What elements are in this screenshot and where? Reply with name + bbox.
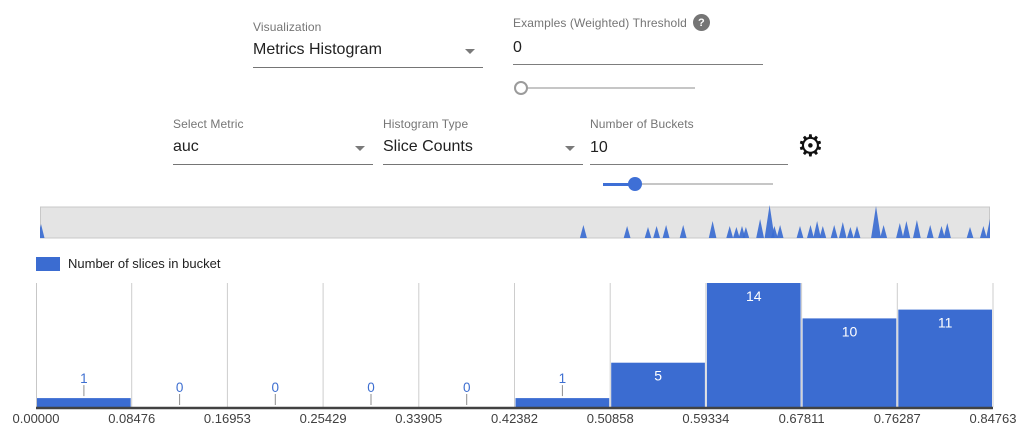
- num-buckets-input[interactable]: [590, 137, 788, 165]
- histogram-type-dropdown[interactable]: Histogram Type Slice Counts: [383, 117, 583, 165]
- threshold-slider-handle[interactable]: [514, 81, 528, 95]
- select-metric-dropdown[interactable]: Select Metric auc: [173, 117, 373, 165]
- svg-text:1: 1: [80, 371, 88, 386]
- x-axis: 0.000000.084760.169530.254290.339050.423…: [36, 411, 994, 429]
- select-metric-value: auc: [173, 138, 199, 155]
- num-buckets-field: Number of Buckets: [590, 117, 788, 165]
- metrics-histogram-panel: Visualization Metrics Histogram Examples…: [0, 0, 1024, 432]
- threshold-label: Examples (Weighted) Threshold: [513, 16, 687, 30]
- svg-text:0: 0: [272, 380, 280, 395]
- select-metric-label: Select Metric: [173, 117, 373, 131]
- x-axis-tick-label: 0.67811: [779, 411, 825, 426]
- svg-text:0: 0: [463, 380, 471, 395]
- x-axis-tick-label: 0.50858: [587, 411, 634, 426]
- buckets-slider-handle[interactable]: [628, 177, 642, 191]
- svg-text:11: 11: [938, 315, 953, 331]
- visualization-label: Visualization: [253, 20, 483, 34]
- chevron-down-icon: [465, 49, 475, 54]
- histogram-chart[interactable]: 1000015141011: [36, 283, 994, 410]
- chart-legend: Number of slices in bucket: [36, 256, 220, 271]
- svg-text:10: 10: [842, 323, 858, 339]
- x-axis-tick-label: 0.84763: [970, 411, 1017, 426]
- legend-label: Number of slices in bucket: [68, 256, 220, 271]
- threshold-field: Examples (Weighted) Threshold ?: [513, 14, 763, 65]
- x-axis-tick-label: 0.08476: [108, 411, 155, 426]
- svg-text:0: 0: [176, 380, 184, 395]
- svg-text:5: 5: [654, 368, 662, 384]
- x-axis-tick-label: 0.25429: [300, 411, 347, 426]
- svg-text:1: 1: [559, 371, 567, 386]
- buckets-slider[interactable]: [603, 176, 773, 192]
- x-axis-tick-label: 0.00000: [13, 411, 60, 426]
- gear-icon[interactable]: ⚙: [797, 133, 824, 161]
- help-icon[interactable]: ?: [693, 14, 710, 31]
- x-axis-tick-label: 0.16953: [204, 411, 251, 426]
- svg-text:0: 0: [367, 380, 375, 395]
- threshold-slider-track[interactable]: [521, 87, 695, 89]
- x-axis-tick-label: 0.59334: [682, 411, 729, 426]
- threshold-input[interactable]: [513, 37, 763, 65]
- x-axis-tick-label: 0.42382: [491, 411, 538, 426]
- chevron-down-icon: [565, 146, 575, 151]
- x-axis-tick-label: 0.33905: [395, 411, 442, 426]
- legend-swatch: [36, 257, 60, 271]
- x-axis-tick-label: 0.76287: [874, 411, 921, 426]
- num-buckets-label: Number of Buckets: [590, 117, 788, 131]
- visualization-dropdown[interactable]: Visualization Metrics Histogram: [253, 20, 483, 68]
- chevron-down-icon: [355, 146, 365, 151]
- histogram-type-label: Histogram Type: [383, 117, 583, 131]
- threshold-slider[interactable]: [521, 80, 695, 96]
- visualization-value: Metrics Histogram: [253, 41, 382, 58]
- svg-text:14: 14: [746, 288, 762, 304]
- slice-overview-strip[interactable]: [40, 200, 990, 240]
- histogram-type-value: Slice Counts: [383, 138, 473, 155]
